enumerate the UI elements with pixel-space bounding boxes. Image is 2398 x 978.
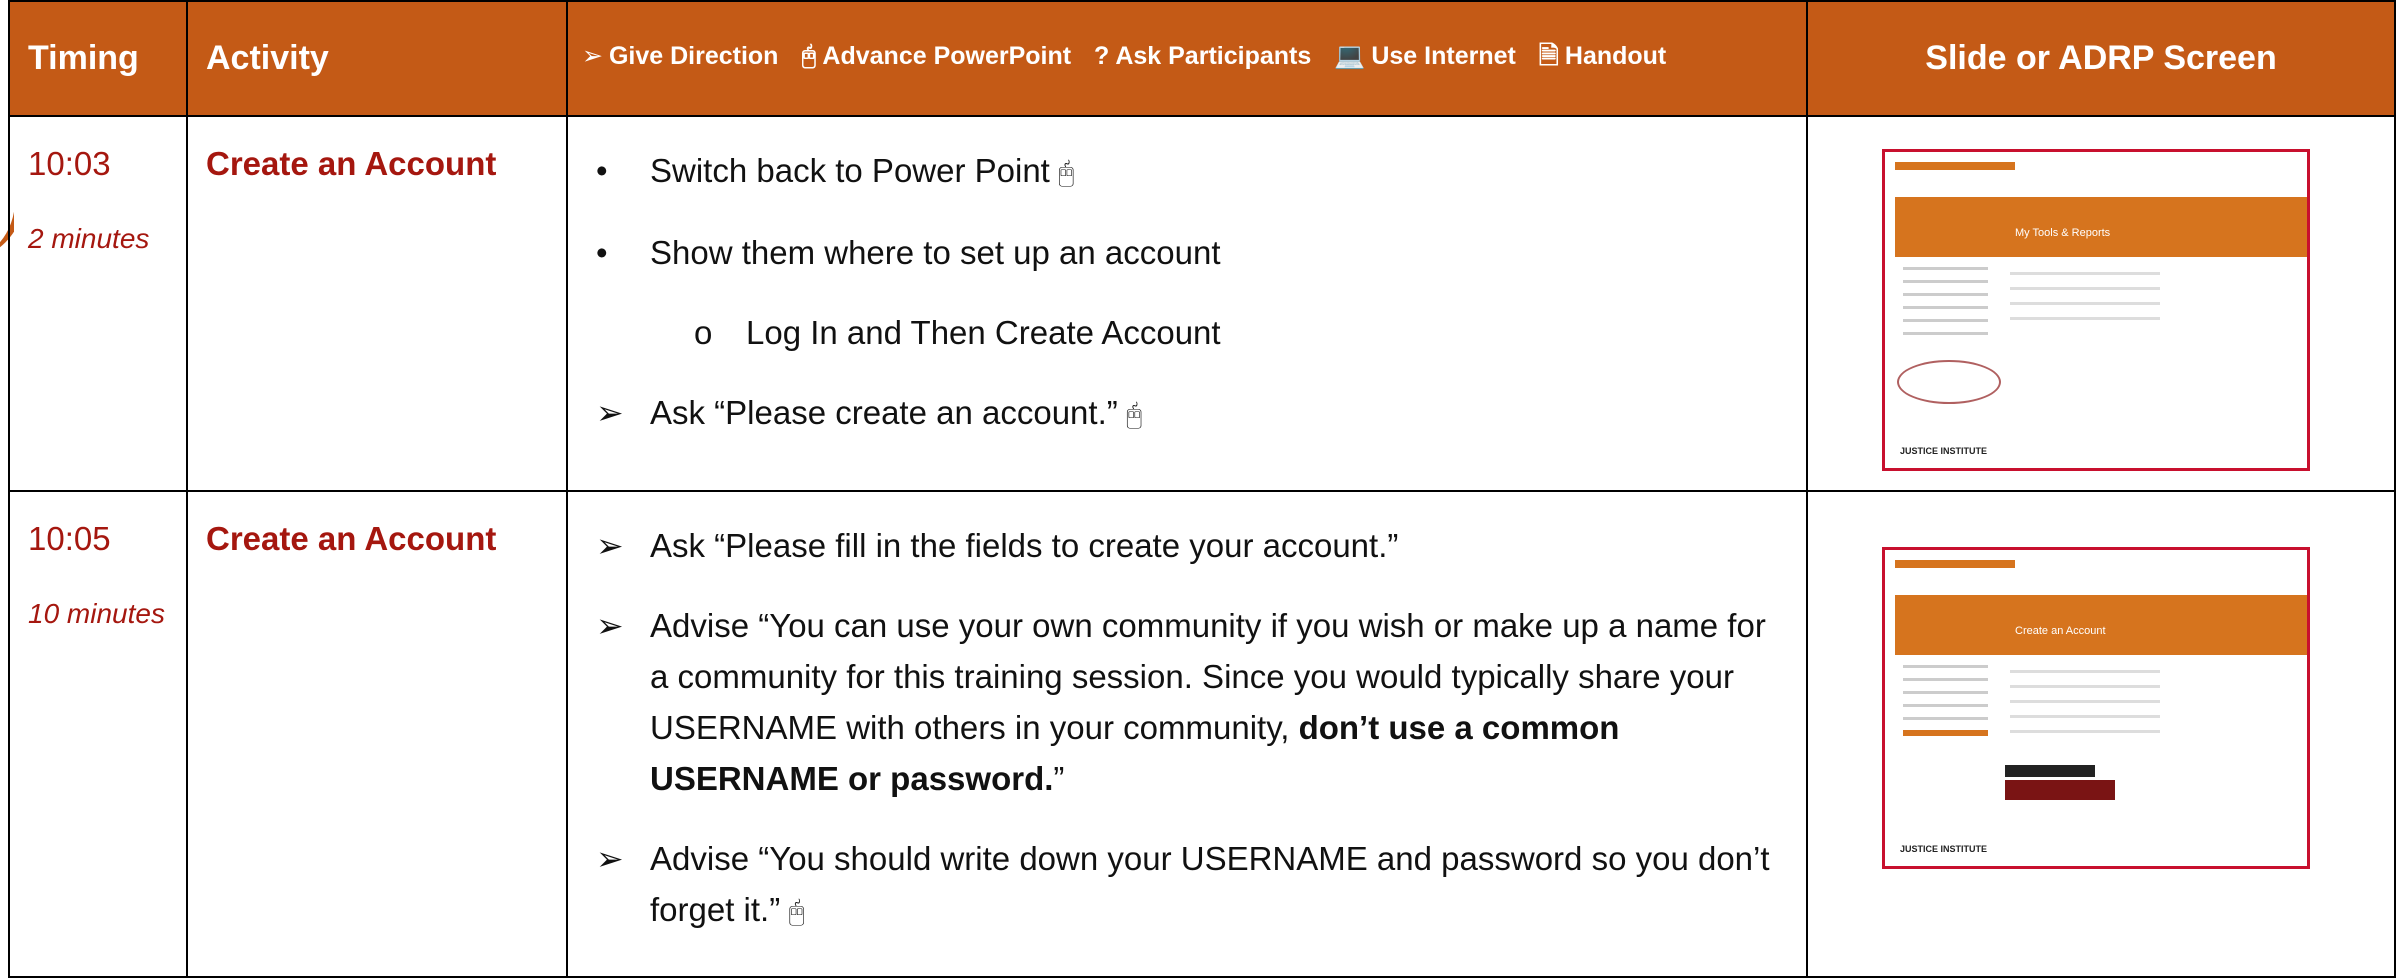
mouse-icon: 🖰 xyxy=(788,896,806,927)
instruction-line: ➢ Advise “You can use your own community… xyxy=(588,600,1786,804)
header-legend: ➢ Give Direction 🖰 Advance PowerPoint ? Ask… xyxy=(566,0,1808,117)
mouse-icon: 🖰 xyxy=(1125,399,1143,430)
timing-cell: 10:03 2 minutes xyxy=(8,115,188,492)
instruction-subline: o Log In and Then Create Account xyxy=(588,307,1786,358)
instruction-text: Log In and Then Create Account xyxy=(746,314,1221,351)
instruction-text: Advise “You should write down your USERN… xyxy=(650,840,1770,928)
sub-bullet-icon: o xyxy=(694,314,713,351)
table-row: 10:03 2 minutes Create an Account • Swit… xyxy=(8,115,2396,492)
activity-cell: Create an Account xyxy=(186,115,568,492)
arrow-bullet-icon: ➢ xyxy=(596,527,624,564)
mouse-icon: 🖰 xyxy=(801,42,817,70)
instruction-text: Switch back to Power Point xyxy=(650,152,1050,189)
table-header-row: Timing Activity ➢ Give Direction 🖰 Advance… xyxy=(8,0,2396,117)
instruction-line: ➢ Advise “You should write down your USE… xyxy=(588,833,1786,937)
give-direction-icon: ➢ xyxy=(582,42,603,70)
activity-cell: Create an Account xyxy=(186,490,568,978)
justice-institute-logo: JUSTICE INSTITUTE xyxy=(1900,844,1988,854)
legend-advance-powerpoint: Advance PowerPoint xyxy=(822,42,1072,70)
laptop-icon: 💻 xyxy=(1334,42,1366,70)
mouse-icon: 🖰 xyxy=(1057,157,1075,188)
legend-use-internet: Use Internet xyxy=(1371,42,1516,70)
arrow-bullet-icon: ➢ xyxy=(596,840,624,877)
question-icon: ? xyxy=(1094,42,1110,70)
table-row: 10:05 10 minutes Create an Account ➢ Ask… xyxy=(8,490,2396,978)
header-activity: Activity xyxy=(186,0,568,117)
justice-institute-logo: JUSTICE INSTITUTE xyxy=(1900,446,1988,456)
facilitator-guide-table-container: Timing Activity ➢ Give Direction 🖰 Advance… xyxy=(8,0,2398,978)
slide-thumbnail: My Tools & Reports JUSTICE INSTITUTE xyxy=(1882,149,2310,471)
row-duration: 2 minutes xyxy=(28,223,150,254)
instruction-text-end: ” xyxy=(1053,760,1065,797)
row-time: 10:05 xyxy=(28,520,111,557)
instruction-line: ➢ Ask “Please create an account.” 🖰 xyxy=(588,387,1786,440)
instruction-text: Ask “Please create an account.” xyxy=(650,394,1118,431)
arrow-bullet-icon: ➢ xyxy=(596,607,624,644)
legend-give-direction: Give Direction xyxy=(608,42,779,70)
slide-cell: My Tools & Reports JUSTICE INSTITUTE xyxy=(1806,115,2396,492)
legend-ask-participants: Ask Participants xyxy=(1115,42,1312,70)
slide-cell: Create an Account JUSTICE INSTITUTE xyxy=(1806,490,2396,978)
timing-cell: 10:05 10 minutes xyxy=(8,490,188,978)
row-duration: 10 minutes xyxy=(28,598,165,629)
arrow-bullet-icon: ➢ xyxy=(596,394,624,431)
thumbnail-title: Create an Account xyxy=(2015,625,2106,637)
instruction-line: ➢ Ask “Please fill in the fields to crea… xyxy=(588,520,1786,571)
highlight-circle xyxy=(1897,360,2001,404)
header-slide: Slide or ADRP Screen xyxy=(1806,0,2396,117)
instructions-cell: • Switch back to Power Point 🖰 • Show the… xyxy=(566,115,1808,492)
instructions-cell: ➢ Ask “Please fill in the fields to crea… xyxy=(566,490,1808,978)
facilitator-guide-table: Timing Activity ➢ Give Direction 🖰 Advance… xyxy=(8,0,2396,978)
legend-handout: Handout xyxy=(1564,42,1667,70)
header-timing: Timing xyxy=(8,0,188,117)
row-time: 10:03 xyxy=(28,145,111,182)
bullet-icon: • xyxy=(596,152,608,189)
bullet-icon: • xyxy=(596,234,608,271)
instruction-line: • Switch back to Power Point 🖰 xyxy=(588,145,1786,198)
instruction-text: Show them where to set up an account xyxy=(650,234,1221,271)
slide-thumbnail: Create an Account JUSTICE INSTITUTE xyxy=(1882,547,2310,869)
instruction-text: Ask “Please fill in the fields to create… xyxy=(650,527,1399,564)
handout-icon: 🗎 xyxy=(1538,42,1559,70)
thumbnail-title: My Tools & Reports xyxy=(2015,227,2111,239)
instruction-line: • Show them where to set up an account xyxy=(588,227,1786,278)
